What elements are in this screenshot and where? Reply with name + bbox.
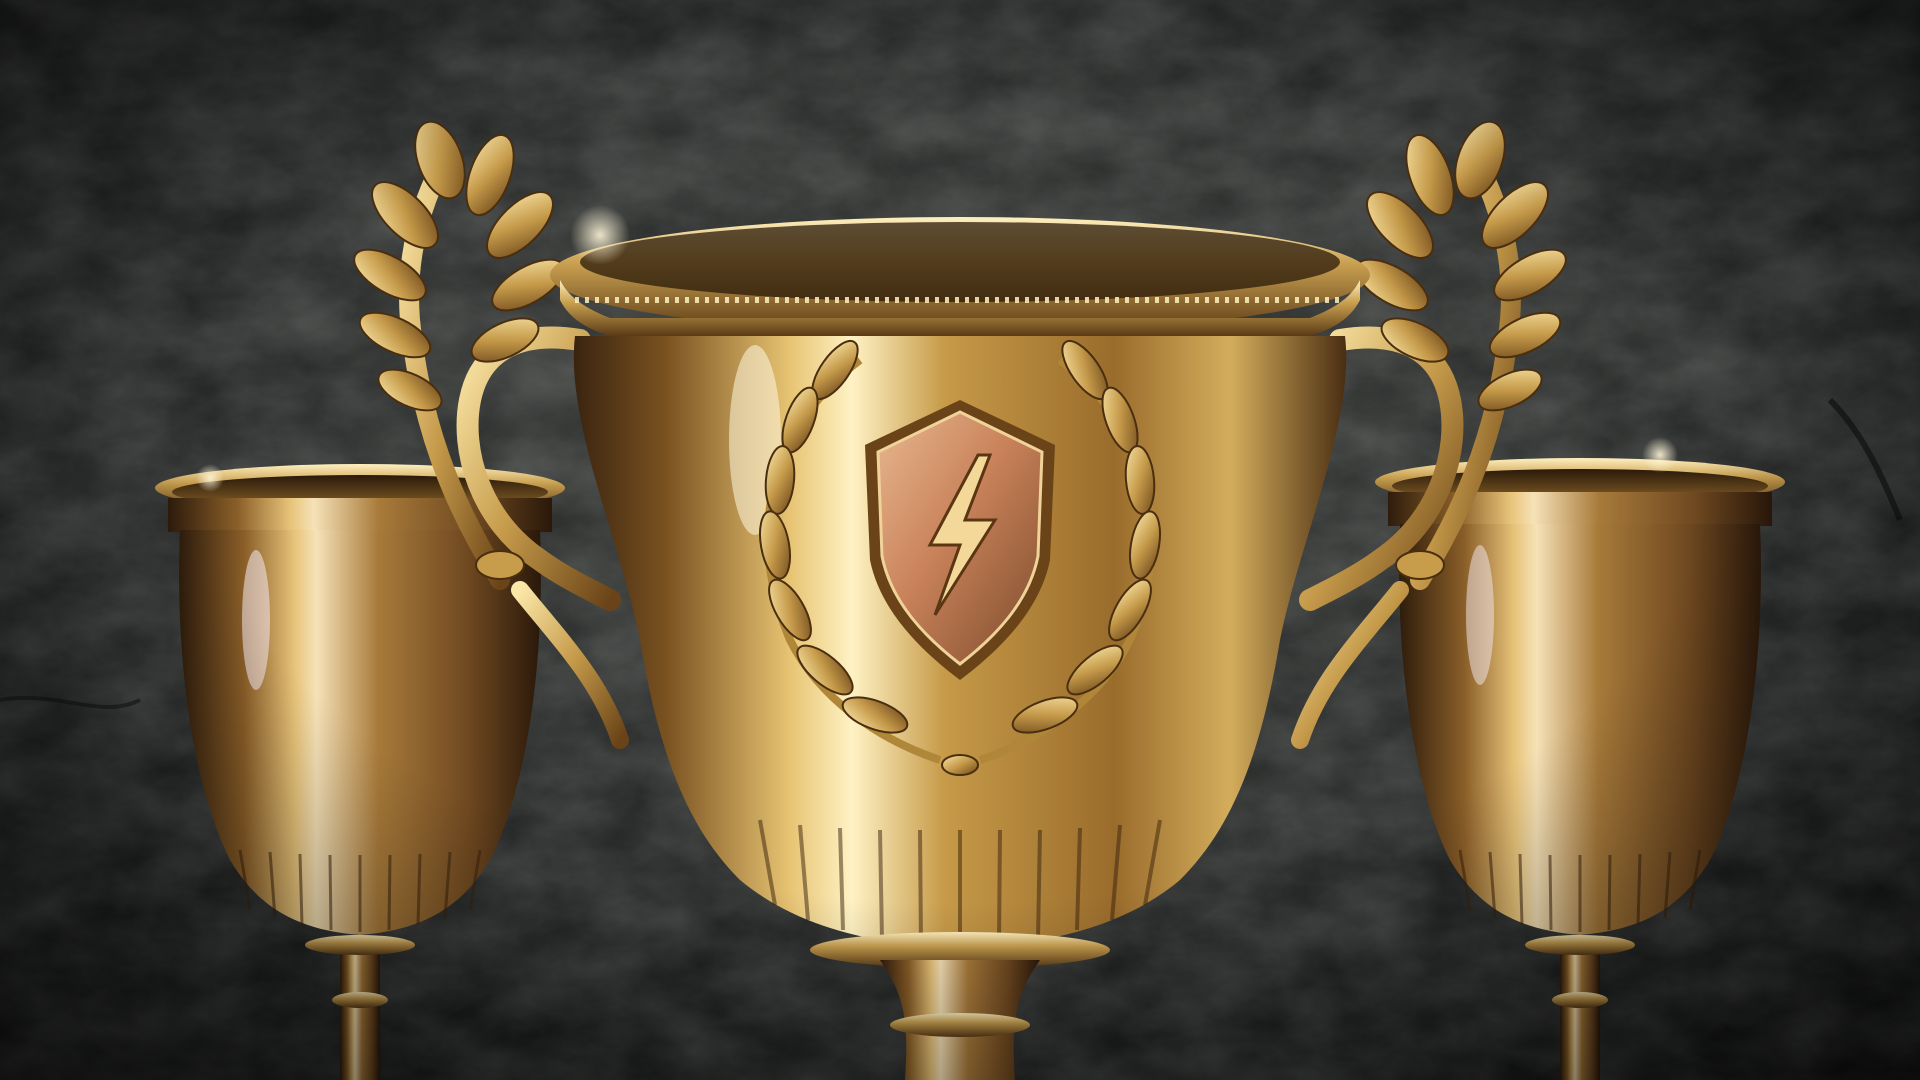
trophy-scene [0,0,1920,1080]
